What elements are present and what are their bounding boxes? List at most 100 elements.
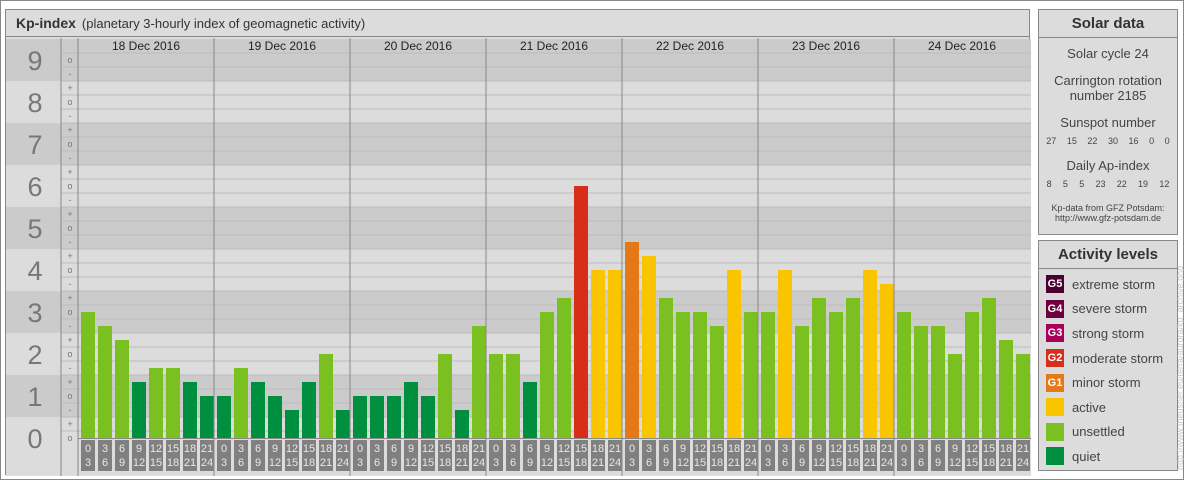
time-label-end: 9 xyxy=(527,457,533,469)
time-label-end: 21 xyxy=(592,457,604,469)
activity-levels-legend: Activity levels G5 extreme storm G4 severe … xyxy=(1038,240,1178,471)
ap-values: 8 5 5 23 22 19 12 xyxy=(1039,179,1177,189)
time-label-start: 3 xyxy=(102,443,108,455)
kp-bar xyxy=(115,340,129,438)
kp-bar xyxy=(676,312,690,438)
time-label-start: 18 xyxy=(320,443,332,455)
day-label: 20 Dec 2016 xyxy=(384,39,452,53)
day-label: 24 Dec 2016 xyxy=(928,39,996,53)
time-label-start: 6 xyxy=(119,443,125,455)
time-label-end: 9 xyxy=(119,457,125,469)
time-label-end: 15 xyxy=(150,457,162,469)
sub-tick-label: - xyxy=(69,363,72,373)
kp-bar xyxy=(812,298,826,438)
time-label-start: 0 xyxy=(901,443,907,455)
time-label-end: 15 xyxy=(422,457,434,469)
sub-tick-label: o xyxy=(67,97,72,107)
time-label-end: 3 xyxy=(357,457,363,469)
chart-subtitle: (planetary 3-hourly index of geomagnetic… xyxy=(81,16,366,31)
time-label-end: 24 xyxy=(337,457,349,469)
time-label-start: 18 xyxy=(728,443,740,455)
y-tick-label: 7 xyxy=(27,130,42,160)
kp-bar xyxy=(81,312,95,438)
time-label-end: 18 xyxy=(439,457,451,469)
time-label-start: 12 xyxy=(286,443,298,455)
sub-tick-label: o xyxy=(67,181,72,191)
time-label-start: 18 xyxy=(456,443,468,455)
legend-swatch: G2 xyxy=(1046,349,1064,368)
ap-label: Daily Ap-index xyxy=(1066,158,1150,173)
y-tick-label: 0 xyxy=(27,424,42,454)
sub-tick-label: + xyxy=(67,125,72,135)
time-label-end: 18 xyxy=(983,457,995,469)
sub-tick-label: + xyxy=(67,419,72,429)
kp-bar xyxy=(166,368,180,438)
time-label-start: 9 xyxy=(952,443,958,455)
chart-title: Kp-index xyxy=(16,15,76,31)
sunspot-value: 16 xyxy=(1128,136,1139,146)
kp-bar xyxy=(370,396,384,438)
time-label-end: 12 xyxy=(813,457,825,469)
legend-item-severe-storm: G4 severe storm xyxy=(1039,297,1177,322)
time-label-start: 18 xyxy=(592,443,604,455)
time-label-end: 24 xyxy=(745,457,757,469)
kp-bar xyxy=(200,396,214,438)
band-4 xyxy=(6,249,1031,291)
time-label-start: 15 xyxy=(575,443,587,455)
legend-item-unsettled: unsettled xyxy=(1039,420,1177,445)
time-label-end: 3 xyxy=(221,457,227,469)
time-label-start: 18 xyxy=(184,443,196,455)
sub-tick-label: - xyxy=(69,279,72,289)
ap-value: 5 xyxy=(1079,179,1085,189)
legend-swatch xyxy=(1046,447,1064,466)
kp-bar xyxy=(710,326,724,438)
time-label-end: 3 xyxy=(901,457,907,469)
kp-bar xyxy=(965,312,979,438)
time-label-start: 6 xyxy=(663,443,669,455)
time-label-end: 6 xyxy=(918,457,924,469)
sub-tick-label: o xyxy=(67,391,72,401)
time-label-start: 12 xyxy=(830,443,842,455)
y-tick-label: 1 xyxy=(27,382,42,412)
legend-label: severe storm xyxy=(1072,301,1148,317)
time-label-start: 0 xyxy=(629,443,635,455)
kp-bar xyxy=(523,382,537,438)
time-label-start: 9 xyxy=(816,443,822,455)
kp-bar xyxy=(829,312,843,438)
sub-tick-label: - xyxy=(69,111,72,121)
time-label-start: 6 xyxy=(935,443,941,455)
sub-tick-label: o xyxy=(67,349,72,359)
ap-value: 22 xyxy=(1116,179,1127,189)
time-label-end: 15 xyxy=(830,457,842,469)
time-label-start: 0 xyxy=(493,443,499,455)
time-label-end: 12 xyxy=(949,457,961,469)
time-label-end: 15 xyxy=(694,457,706,469)
time-label-end: 15 xyxy=(558,457,570,469)
time-label-start: 6 xyxy=(255,443,261,455)
kp-bar xyxy=(489,354,503,438)
source-link[interactable]: http://www.gfz-potsdam.de xyxy=(1039,213,1177,223)
legend-label: unsettled xyxy=(1072,424,1125,440)
time-label-end: 15 xyxy=(286,457,298,469)
y-tick-label: 3 xyxy=(27,298,42,328)
kp-bar xyxy=(863,270,877,438)
sub-tick-label: - xyxy=(69,321,72,331)
time-label-end: 21 xyxy=(320,457,332,469)
kp-bar xyxy=(540,312,554,438)
legend-item-moderate-storm: G2 moderate storm xyxy=(1039,346,1177,371)
ap-value: 5 xyxy=(1062,179,1068,189)
time-label-start: 18 xyxy=(864,443,876,455)
kp-bar xyxy=(132,382,146,438)
time-label-end: 18 xyxy=(847,457,859,469)
sub-tick-label: o xyxy=(67,307,72,317)
kp-bar xyxy=(761,312,775,438)
time-label-start: 21 xyxy=(745,443,757,455)
kp-bar xyxy=(999,340,1013,438)
kp-bar xyxy=(659,298,673,438)
time-label-start: 9 xyxy=(680,443,686,455)
time-label-start: 21 xyxy=(609,443,621,455)
time-label-end: 21 xyxy=(456,457,468,469)
time-label-start: 15 xyxy=(711,443,723,455)
time-label-end: 21 xyxy=(728,457,740,469)
sub-tick-label: - xyxy=(69,153,72,163)
